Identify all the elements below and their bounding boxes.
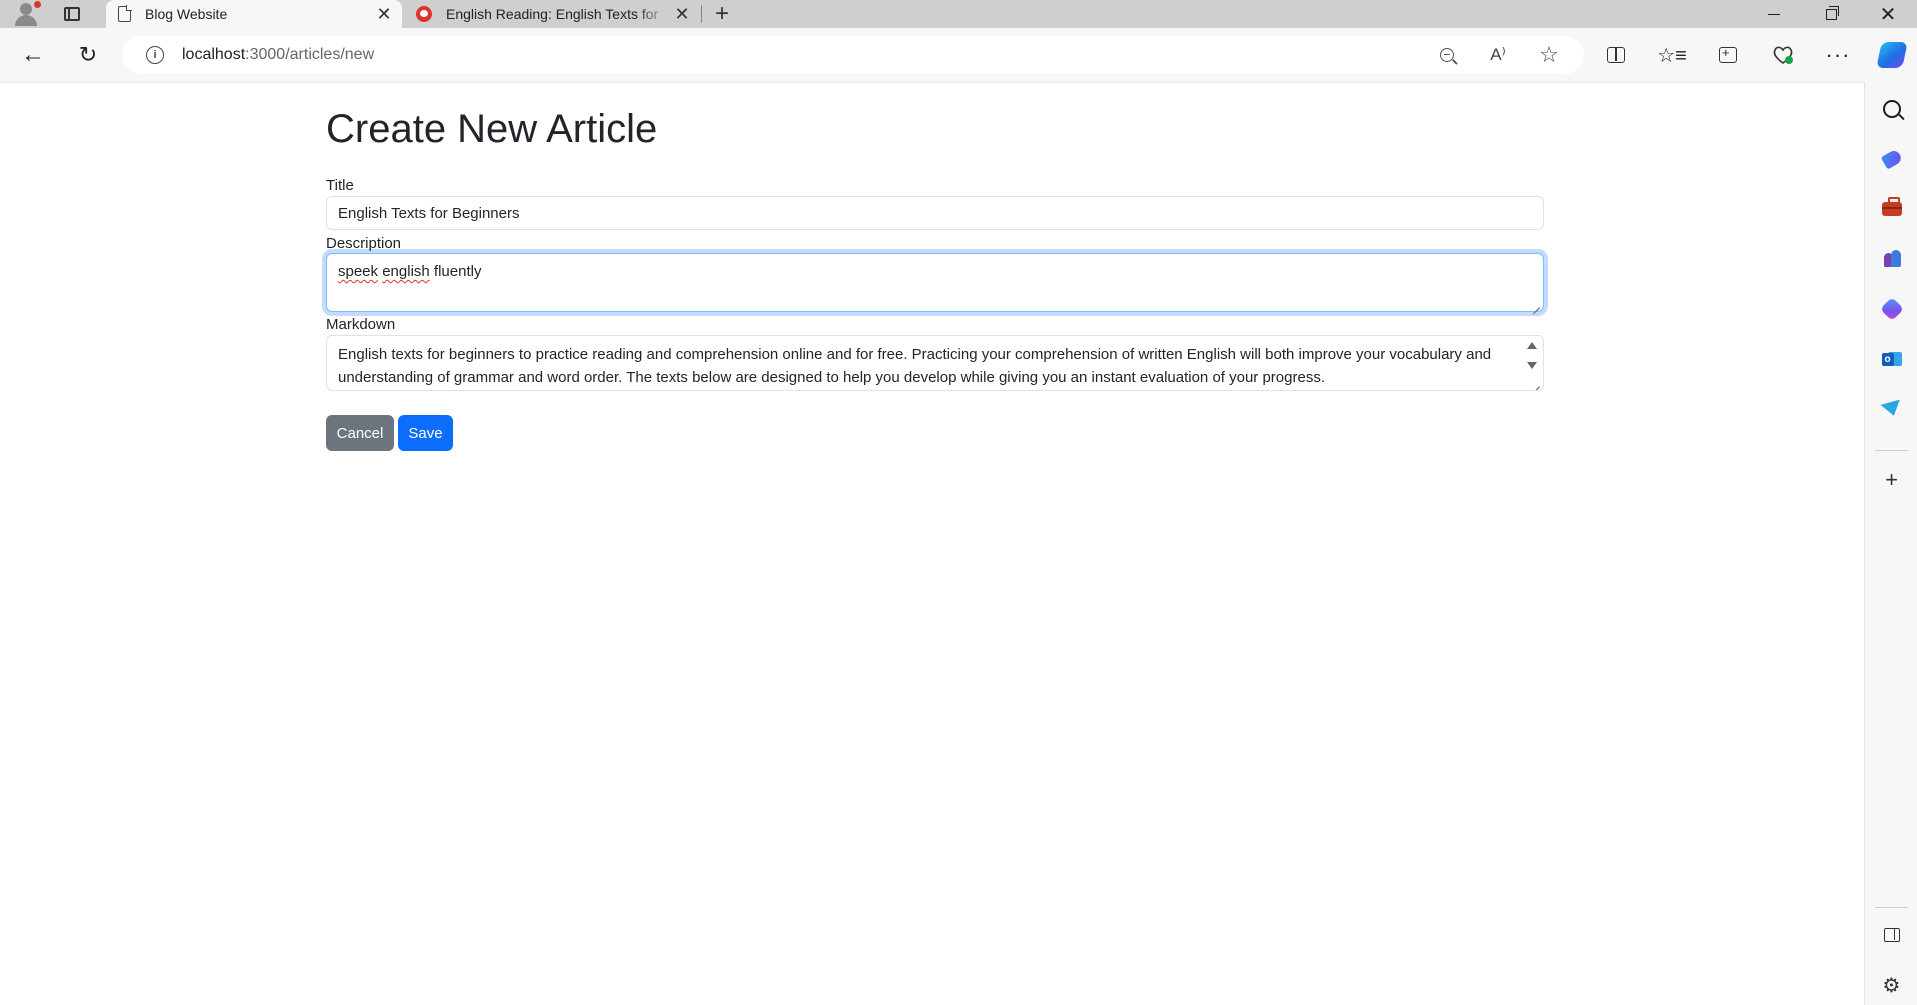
save-button[interactable]: Save bbox=[398, 415, 453, 451]
scroll-down-arrow-icon[interactable] bbox=[1527, 362, 1537, 369]
favorites-icon[interactable]: ☆≡ bbox=[1654, 37, 1690, 73]
tab-close-icon[interactable]: ✕ bbox=[372, 2, 396, 26]
url-host: localhost bbox=[182, 46, 246, 63]
browser-essentials-icon[interactable] bbox=[1765, 37, 1801, 73]
title-input[interactable]: English Texts for Beginners bbox=[326, 196, 1544, 230]
sidebar-search-icon[interactable] bbox=[1865, 89, 1917, 129]
address-bar[interactable]: i localhost:3000/articles/new A⁾ ☆ bbox=[122, 36, 1584, 74]
url-text[interactable]: localhost:3000/articles/new bbox=[182, 46, 374, 64]
page-viewport: Create New Article Title English Texts f… bbox=[0, 82, 1864, 1005]
sidebar-add-icon[interactable]: + bbox=[1865, 460, 1917, 500]
back-button[interactable]: ← bbox=[15, 37, 51, 73]
profile-avatar-icon[interactable] bbox=[10, 0, 44, 28]
page-favicon-icon bbox=[118, 5, 132, 22]
scroll-up-arrow-icon[interactable] bbox=[1527, 342, 1537, 349]
sidebar-games-icon[interactable] bbox=[1865, 239, 1917, 279]
browser-toolbar: ← ↻ i localhost:3000/articles/new A⁾ ☆ ☆… bbox=[0, 28, 1917, 82]
read-aloud-icon[interactable]: A⁾ bbox=[1479, 36, 1517, 74]
textarea-scrollbar[interactable] bbox=[1526, 339, 1538, 375]
tab-close-icon[interactable]: ✕ bbox=[670, 2, 694, 26]
tab-divider bbox=[701, 5, 702, 23]
site-info-icon[interactable]: i bbox=[146, 46, 164, 64]
url-path: :3000/articles/new bbox=[245, 46, 375, 63]
title-label: Title bbox=[326, 177, 354, 194]
description-label: Description bbox=[326, 235, 402, 252]
tab-english-reading[interactable]: English Reading: English Texts for ✕ bbox=[404, 0, 700, 28]
description-text: fluently bbox=[429, 263, 482, 280]
sidebar-shopping-icon[interactable] bbox=[1865, 139, 1917, 179]
tab-strip: Blog Website ✕ English Reading: English … bbox=[0, 0, 1917, 28]
more-menu-icon[interactable]: ··· bbox=[1820, 37, 1856, 73]
misspelled-word[interactable]: speek bbox=[338, 263, 378, 280]
markdown-label: Markdown bbox=[326, 316, 396, 333]
tab-label: Blog Website bbox=[145, 6, 228, 22]
favorite-star-icon[interactable]: ☆ bbox=[1530, 36, 1568, 74]
tab-blog-website[interactable]: Blog Website ✕ bbox=[106, 0, 402, 28]
markdown-textarea[interactable]: English texts for beginners to practice … bbox=[326, 335, 1544, 391]
split-screen-icon[interactable] bbox=[1598, 37, 1634, 73]
sidebar-settings-icon[interactable]: ⚙ bbox=[1865, 965, 1917, 1005]
new-tab-button[interactable]: + bbox=[708, 0, 736, 28]
sidebar-outlook-icon[interactable]: o bbox=[1865, 339, 1917, 379]
page-title: Create New Article bbox=[326, 107, 658, 151]
description-textarea[interactable]: speek english fluently bbox=[326, 253, 1544, 312]
resize-handle[interactable] bbox=[1531, 378, 1541, 388]
collections-icon[interactable] bbox=[1710, 37, 1746, 73]
sidebar-drop-icon[interactable] bbox=[1865, 389, 1917, 429]
copilot-icon[interactable] bbox=[1874, 37, 1910, 73]
restore-icon bbox=[1825, 5, 1839, 20]
sidebar-microsoft365-icon[interactable] bbox=[1865, 289, 1917, 329]
site-favicon-icon bbox=[416, 6, 432, 22]
tab-actions-icon[interactable] bbox=[60, 0, 84, 28]
restore-button[interactable] bbox=[1803, 0, 1859, 28]
markdown-text: English texts for beginners to practice … bbox=[338, 346, 1492, 386]
sidebar-divider bbox=[1875, 907, 1908, 908]
refresh-button[interactable]: ↻ bbox=[70, 37, 106, 73]
window-close-button[interactable]: ✕ bbox=[1860, 0, 1916, 28]
sidebar-tools-icon[interactable] bbox=[1865, 189, 1917, 229]
edge-sidebar: o + ⚙ bbox=[1864, 82, 1917, 1005]
misspelled-word[interactable]: english bbox=[382, 263, 430, 280]
zoom-out-icon[interactable] bbox=[1428, 36, 1466, 74]
minimize-button[interactable] bbox=[1746, 0, 1802, 28]
sidebar-divider bbox=[1875, 450, 1908, 451]
minimize-icon bbox=[1768, 13, 1780, 15]
resize-handle[interactable] bbox=[1531, 299, 1541, 309]
tab-label: English Reading: English Texts for bbox=[446, 6, 659, 22]
cancel-button[interactable]: Cancel bbox=[326, 415, 394, 451]
sidebar-panel-icon[interactable] bbox=[1865, 915, 1917, 955]
